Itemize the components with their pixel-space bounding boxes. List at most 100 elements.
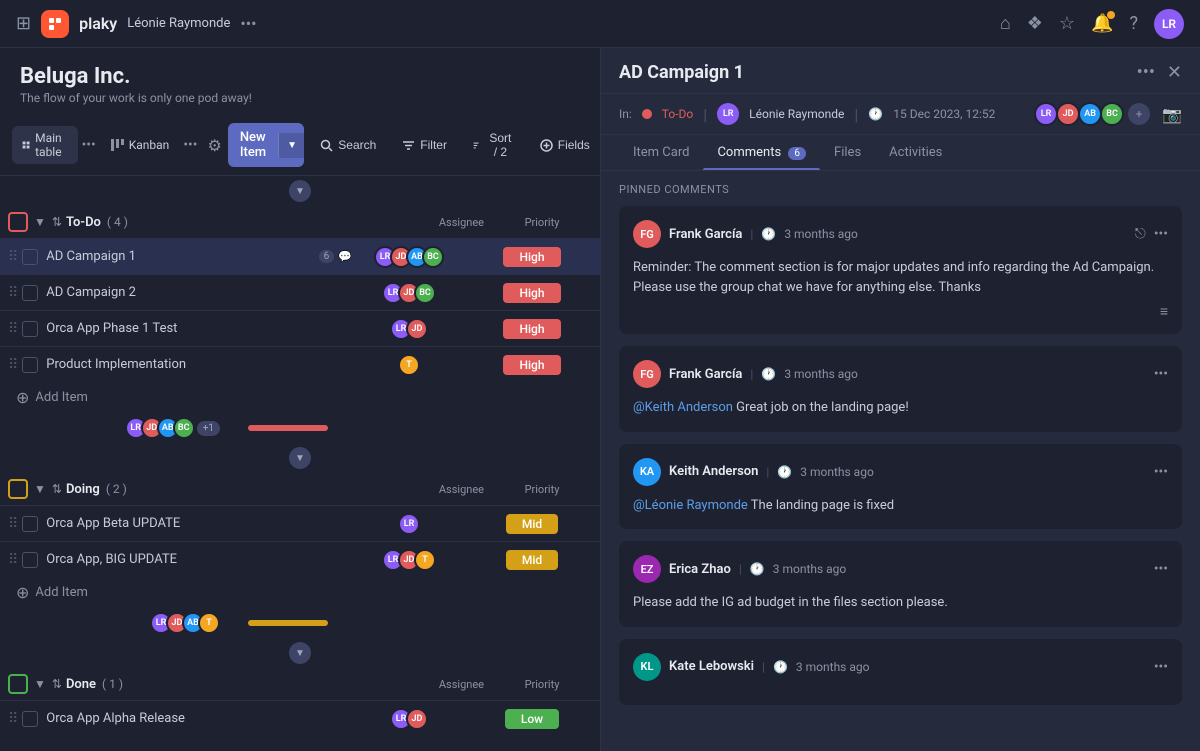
item-name[interactable]: Product Implementation: [46, 357, 352, 372]
group-todo-checkbox[interactable]: [8, 212, 28, 232]
sort-icon: ⇅: [52, 215, 62, 229]
group-todo-chevron[interactable]: ▼: [34, 215, 46, 229]
separator: |: [762, 660, 765, 674]
item-checkbox[interactable]: [22, 249, 38, 265]
item-name[interactable]: Orca App, BIG UPDATE: [46, 552, 352, 567]
group-doing-checkbox[interactable]: [8, 479, 28, 499]
more-options-button[interactable]: •••: [240, 14, 256, 33]
expand-button[interactable]: ▼: [289, 447, 311, 469]
comment-header: FG Frank García | 🕐 3 months ago •••: [633, 360, 1168, 388]
star-icon[interactable]: ☆: [1059, 13, 1075, 34]
group-doing-chevron[interactable]: ▼: [34, 482, 46, 496]
item-checkbox[interactable]: [22, 552, 38, 568]
item-checkbox[interactable]: [22, 321, 38, 337]
expand-button[interactable]: ▼: [289, 180, 311, 202]
settings-button[interactable]: ⚙: [207, 136, 221, 155]
item-checkbox[interactable]: [22, 357, 38, 373]
more-icon[interactable]: •••: [1154, 226, 1168, 242]
main-table-label: Main table: [35, 131, 67, 159]
tab-kanban[interactable]: Kanban: [100, 133, 180, 157]
item-name[interactable]: Orca App Alpha Release: [46, 711, 352, 726]
avatar: BC: [422, 246, 444, 268]
summary-avatars: LR JD AB BC +1: [8, 417, 228, 439]
comment-header: FG Frank García | 🕐 3 months ago ⎋ •••: [633, 220, 1168, 248]
tab-files[interactable]: Files: [820, 135, 875, 170]
table-row[interactable]: ⠿ Orca App Beta UPDATE LR Mid: [0, 505, 600, 541]
table-area: ▼ ▼ ⇅ To-Do ( 4 ) Assignee Priority ⠿ AD…: [0, 176, 600, 751]
priority-tag: Mid: [506, 514, 558, 534]
mention: @Léonie Raymonde: [633, 498, 748, 513]
sort-button[interactable]: Sort / 2: [463, 126, 524, 164]
panel-close-button[interactable]: ✕: [1167, 62, 1182, 83]
comment-body: @Keith Anderson Great job on the landing…: [633, 398, 1168, 418]
item-checkbox[interactable]: [22, 711, 38, 727]
new-item-button[interactable]: New Item ▼: [228, 123, 304, 167]
home-icon[interactable]: ⌂: [1000, 13, 1011, 34]
item-checkbox[interactable]: [22, 516, 38, 532]
priority-cell: Low: [472, 709, 592, 729]
drag-handle[interactable]: ⠿: [8, 321, 18, 337]
tab-item-card[interactable]: Item Card: [619, 135, 703, 170]
more-icon[interactable]: •••: [1154, 561, 1168, 577]
help-icon[interactable]: ?: [1129, 13, 1138, 34]
tab-activities[interactable]: Activities: [875, 135, 956, 170]
table-row[interactable]: ⠿ Product Implementation T High: [0, 346, 600, 382]
more-badge: +1: [197, 421, 220, 436]
expand-button[interactable]: ▼: [289, 642, 311, 664]
tab-comments[interactable]: Comments 6: [703, 135, 820, 170]
item-name[interactable]: AD Campaign 2: [46, 285, 352, 300]
drag-handle[interactable]: ⠿: [8, 711, 18, 727]
kanban-more[interactable]: •••: [183, 137, 197, 153]
table-row[interactable]: ⠿ AD Campaign 2 LR JD BC High: [0, 274, 600, 310]
tab-main-table[interactable]: Main table: [12, 126, 78, 164]
group-done-checkbox[interactable]: [8, 674, 28, 694]
table-row[interactable]: ⠿ AD Campaign 1 6 💬 LR JD AB BC High: [0, 238, 600, 274]
drag-handle[interactable]: ⠿: [8, 516, 18, 532]
table-row[interactable]: ⠿ Orca App Phase 1 Test LR JD High: [0, 310, 600, 346]
separator: |: [739, 562, 742, 576]
new-item-dropdown[interactable]: ▼: [278, 133, 304, 158]
drag-handle[interactable]: ⠿: [8, 285, 18, 301]
bell-icon[interactable]: 🔔: [1091, 13, 1113, 34]
camera-icon[interactable]: 📷: [1162, 105, 1182, 124]
item-name[interactable]: Orca App Beta UPDATE: [46, 516, 352, 531]
table-row[interactable]: ⠿ Orca App Alpha Release LR JD Low: [0, 700, 600, 736]
clock-icon: 🕐: [773, 660, 788, 674]
format-icon[interactable]: ≡: [1160, 303, 1168, 320]
add-item-button-doing[interactable]: ⊕ Add Item: [0, 577, 600, 608]
more-icon[interactable]: •••: [1154, 464, 1168, 480]
project-name: Beluga Inc.: [20, 64, 580, 89]
item-name[interactable]: AD Campaign 1: [46, 249, 318, 264]
comment-time: 3 months ago: [800, 465, 874, 479]
group-divider-2: ▼: [0, 638, 600, 668]
comment-actions: •••: [1154, 561, 1168, 577]
add-icon: ⊕: [16, 388, 29, 407]
item-name[interactable]: Orca App Phase 1 Test: [46, 321, 352, 336]
subscribe-button[interactable]: +: [1128, 103, 1150, 125]
main-table-more[interactable]: •••: [82, 137, 96, 153]
search-button[interactable]: Search: [310, 133, 386, 157]
user-avatar[interactable]: LR: [1154, 9, 1184, 39]
group-done-chevron[interactable]: ▼: [34, 677, 46, 691]
grid-icon[interactable]: ⊞: [16, 13, 31, 34]
priority-tag: Low: [505, 709, 559, 729]
priority-tag: High: [503, 355, 560, 375]
drag-handle[interactable]: ⠿: [8, 552, 18, 568]
more-icon[interactable]: •••: [1154, 659, 1168, 675]
panel-more-button[interactable]: •••: [1137, 62, 1155, 83]
item-checkbox[interactable]: [22, 285, 38, 301]
comment-actions: ⎋ •••: [1135, 226, 1168, 242]
apps-icon[interactable]: ❖: [1027, 13, 1043, 34]
share-icon[interactable]: ⎋: [1135, 226, 1146, 242]
table-row[interactable]: ⠿ Orca App, BIG UPDATE LR JD T Mid: [0, 541, 600, 577]
comments-label: Comments: [717, 145, 781, 160]
add-item-button[interactable]: ⊕ Add Item: [0, 382, 600, 413]
more-icon[interactable]: •••: [1154, 366, 1168, 382]
new-item-label[interactable]: New Item: [228, 123, 278, 167]
drag-handle[interactable]: ⠿: [8, 357, 18, 373]
filter-button[interactable]: Filter: [392, 133, 457, 157]
project-subtitle: The flow of your work is only one pod aw…: [20, 91, 580, 105]
drag-handle[interactable]: ⠿: [8, 249, 18, 265]
fields-button[interactable]: Fields: [530, 133, 600, 157]
avatar: JD: [406, 708, 428, 730]
